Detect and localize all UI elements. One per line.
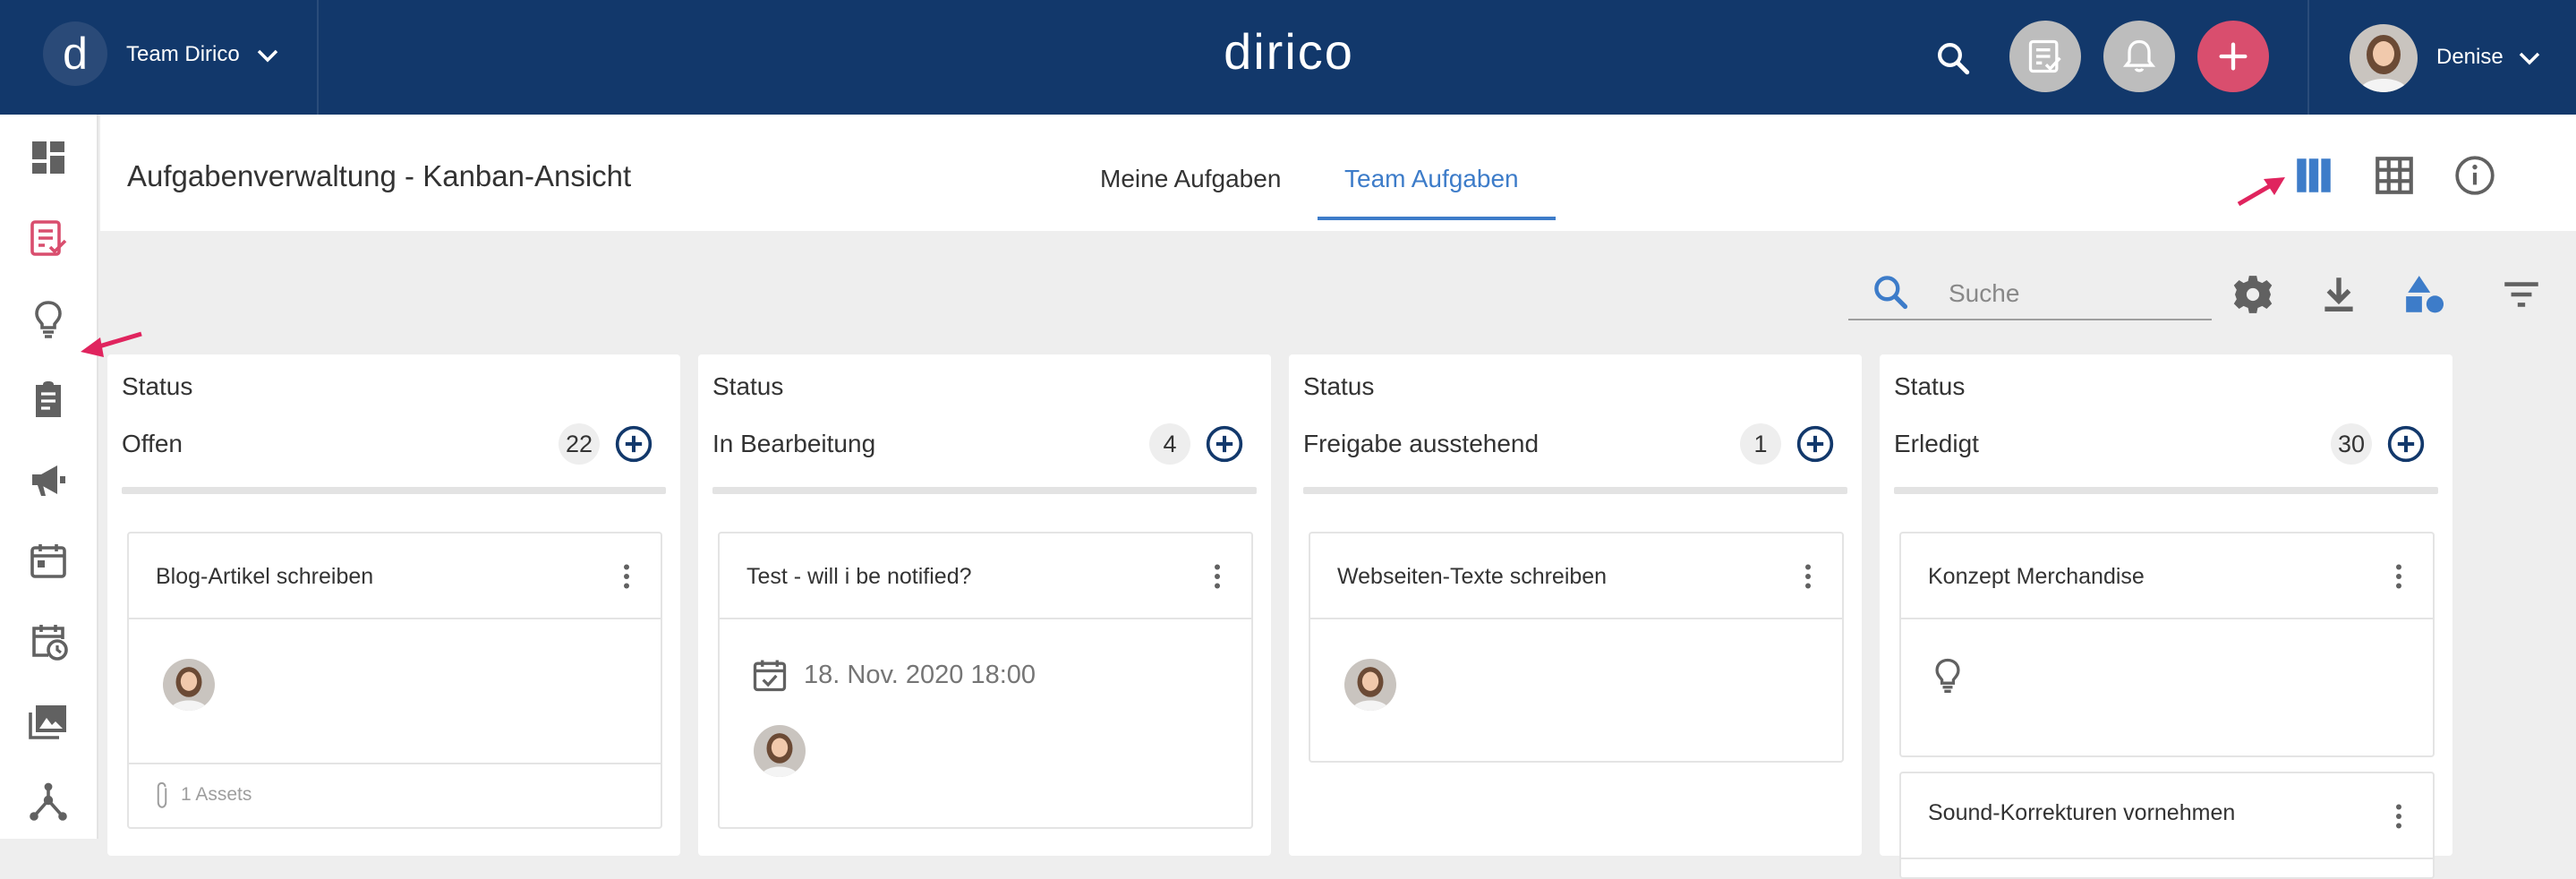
assignee-avatar[interactable] — [1344, 659, 1396, 711]
column-status-bar — [712, 487, 1257, 494]
download-icon[interactable] — [2316, 272, 2361, 317]
calendar-check-icon — [753, 660, 787, 692]
column-count-badge: 22 — [559, 423, 601, 465]
task-title[interactable]: Sound-Korrekturen vornehmen — [1928, 800, 2235, 826]
page-title: Aufgabenverwaltung - Kanban-Ansicht — [127, 159, 632, 192]
pointer-arrow-icon — [2237, 177, 2285, 207]
kanban-column-in-bearbeitung: Status In Bearbeitung 4 Test - will i be… — [698, 354, 1271, 856]
card-footer: 1 Assets — [129, 763, 661, 829]
assets-count[interactable]: 1 Assets — [181, 784, 252, 806]
column-status-label: Status — [122, 372, 193, 400]
task-card[interactable]: Blog-Artikel schreiben 1 Assets — [127, 532, 662, 829]
column-name: Erledigt — [1894, 430, 1979, 457]
tab-meine-aufgaben[interactable]: Meine Aufgaben — [1100, 165, 1281, 193]
column-name: In Bearbeitung — [712, 430, 876, 457]
more-vertical-icon[interactable] — [1792, 560, 1824, 593]
column-status-label: Status — [1894, 372, 1966, 400]
table-view-icon[interactable] — [2372, 153, 2417, 198]
calendar-clock-icon[interactable] — [27, 619, 70, 662]
column-status-label: Status — [1303, 372, 1375, 400]
task-card[interactable]: Test - will i be notified? 18. Nov. 2020… — [718, 532, 1253, 829]
shapes-category-icon[interactable] — [2402, 272, 2447, 317]
add-task-icon[interactable] — [1796, 424, 1835, 464]
search-icon[interactable] — [1934, 39, 1972, 77]
sidebar — [0, 115, 142, 839]
user-avatar[interactable] — [2350, 24, 2418, 92]
chevron-down-icon[interactable] — [256, 47, 279, 64]
kanban-column-offen: Status Offen 22 Blog-Artikel schreiben 1 — [107, 354, 680, 856]
lightbulb-icon — [1935, 658, 1960, 693]
paperclip-icon — [157, 781, 167, 808]
add-task-icon[interactable] — [2386, 424, 2426, 464]
tasks-icon[interactable] — [27, 217, 70, 260]
column-name: Freigabe ausstehend — [1303, 430, 1540, 457]
task-title[interactable]: Blog-Artikel schreiben — [156, 564, 373, 590]
add-task-icon[interactable] — [1205, 424, 1244, 464]
assignee-avatar[interactable] — [754, 725, 806, 777]
megaphone-icon[interactable] — [27, 458, 70, 501]
search-input[interactable] — [1848, 269, 2212, 320]
card-header: Konzept Merchandise — [1901, 533, 2433, 619]
task-title[interactable]: Webseiten-Texte schreiben — [1337, 564, 1607, 590]
task-card[interactable]: Webseiten-Texte schreiben — [1309, 532, 1844, 763]
add-task-icon[interactable] — [614, 424, 653, 464]
page-header: Aufgabenverwaltung - Kanban-Ansicht Mein… — [100, 115, 2576, 231]
kanban-column-erledigt: Status Erledigt 30 Konzept Merchandise S… — [1880, 354, 2452, 879]
plus-icon — [2219, 42, 2248, 71]
card-header: Blog-Artikel schreiben — [129, 533, 661, 619]
card-header: Sound-Korrekturen vornehmen — [1901, 773, 2433, 859]
clipboard-icon[interactable] — [27, 378, 70, 421]
divider — [2307, 0, 2309, 115]
divider — [317, 0, 319, 115]
calendar-icon[interactable] — [27, 539, 70, 582]
more-vertical-icon[interactable] — [2383, 800, 2415, 832]
column-status-label: Status — [712, 372, 784, 400]
task-card[interactable]: Sound-Korrekturen vornehmen — [1899, 772, 2435, 879]
network-icon[interactable] — [27, 781, 70, 824]
kanban-column-freigabe-ausstehend: Status Freigabe ausstehend 1 Webseiten-T… — [1289, 354, 1862, 856]
assignee-avatar[interactable] — [163, 659, 215, 711]
dashboard-icon[interactable] — [27, 136, 70, 179]
column-count-badge: 1 — [1740, 423, 1781, 465]
task-card[interactable]: Konzept Merchandise — [1899, 532, 2435, 757]
chevron-down-icon[interactable] — [2518, 50, 2541, 66]
task-title[interactable]: Konzept Merchandise — [1928, 564, 2145, 590]
column-name: Offen — [122, 430, 183, 457]
team-switcher-label[interactable]: Team Dirico — [126, 42, 240, 67]
column-status-bar — [1303, 487, 1847, 494]
settings-gear-icon[interactable] — [2231, 272, 2275, 317]
kanban-view-icon[interactable] — [2291, 153, 2336, 198]
top-navigation-bar: d Team Dirico dirico Denise — [0, 0, 2576, 115]
media-library-icon[interactable] — [27, 700, 70, 743]
more-vertical-icon[interactable] — [1201, 560, 1233, 593]
task-list-icon — [2028, 39, 2061, 73]
card-header: Webseiten-Texte schreiben — [1310, 533, 1842, 619]
column-status-bar — [1894, 487, 2438, 494]
task-title[interactable]: Test - will i be notified? — [746, 564, 972, 590]
more-vertical-icon[interactable] — [610, 560, 643, 593]
bell-icon — [2122, 39, 2156, 73]
card-header: Test - will i be notified? — [720, 533, 1251, 619]
user-name[interactable]: Denise — [2436, 45, 2503, 70]
dirico-logo[interactable]: d — [43, 21, 107, 86]
brand-wordmark: dirico — [1224, 23, 1354, 80]
more-vertical-icon[interactable] — [2383, 560, 2415, 593]
tasks-shortcut-button[interactable] — [2009, 21, 2081, 92]
column-count-badge: 30 — [2331, 423, 2373, 465]
create-new-button[interactable] — [2197, 21, 2269, 92]
filter-icon[interactable] — [2499, 272, 2544, 317]
column-count-badge: 4 — [1149, 423, 1190, 465]
tab-team-aufgaben[interactable]: Team Aufgaben — [1344, 165, 1519, 193]
active-tab-indicator — [1318, 217, 1556, 220]
notifications-button[interactable] — [2103, 21, 2175, 92]
info-icon[interactable] — [2452, 153, 2497, 198]
due-date: 18. Nov. 2020 18:00 — [804, 661, 1036, 689]
lightbulb-icon[interactable] — [27, 297, 70, 340]
column-status-bar — [122, 487, 666, 494]
